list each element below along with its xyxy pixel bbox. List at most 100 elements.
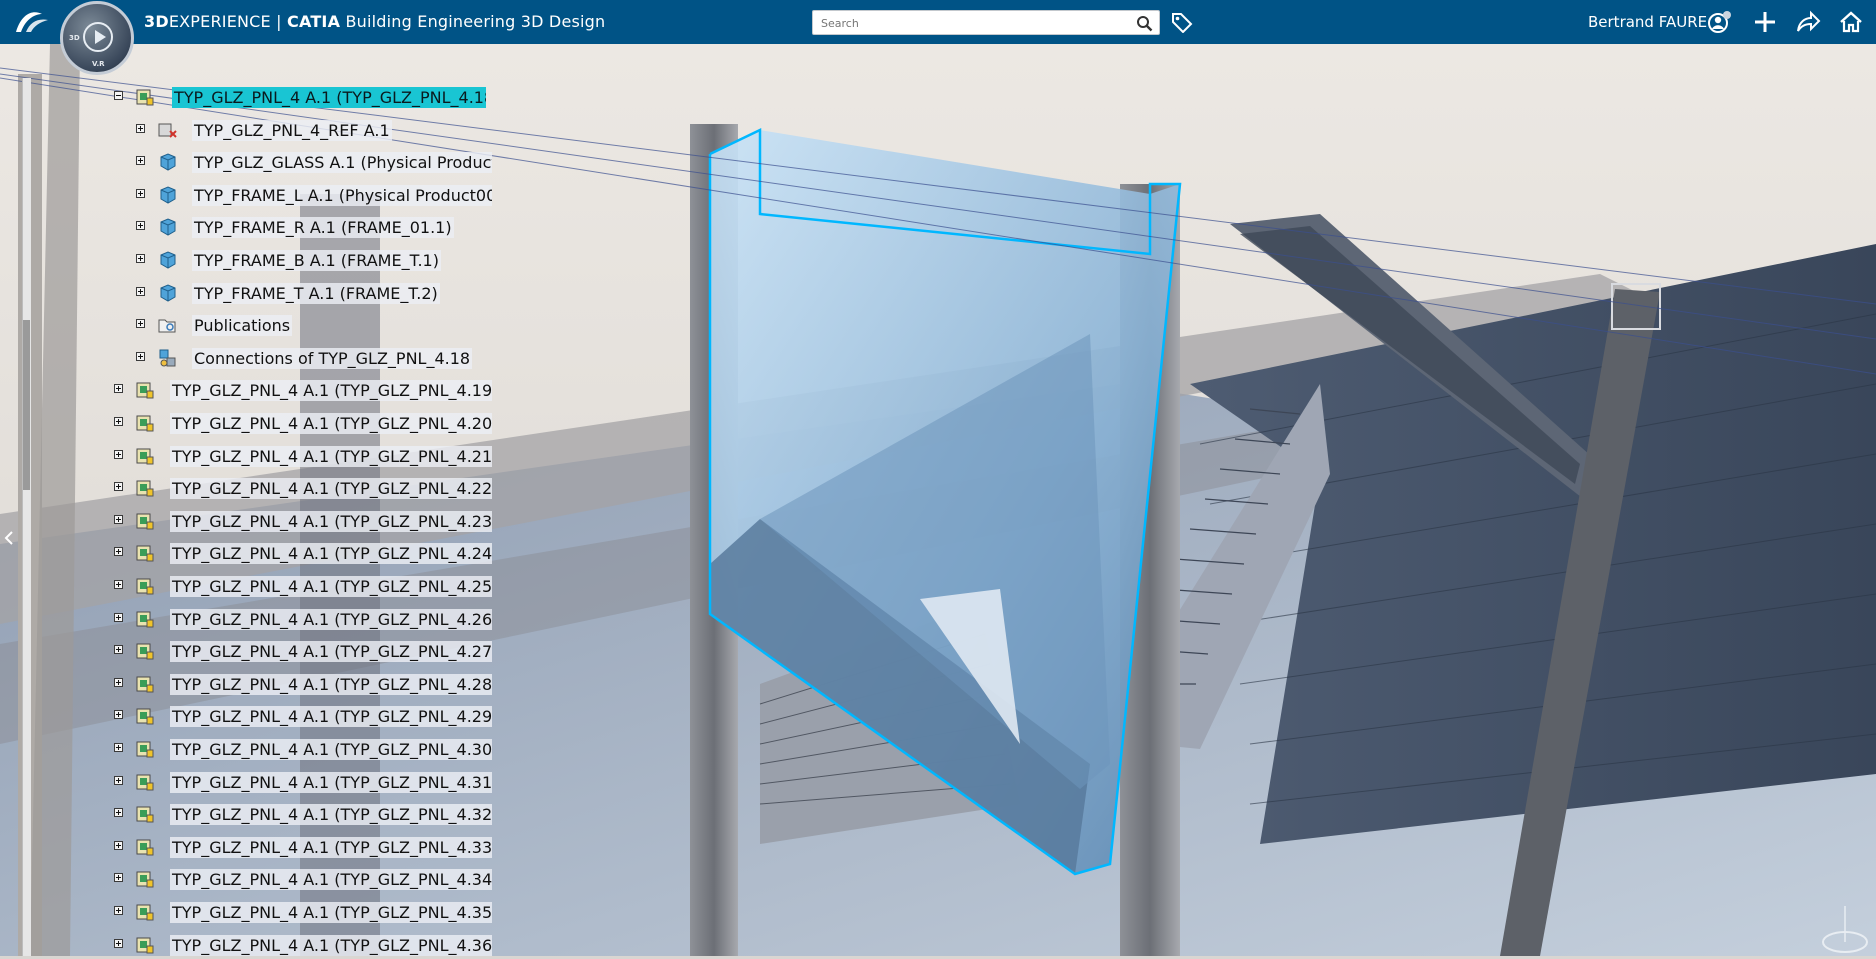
expand-toggle-icon[interactable] (114, 580, 123, 589)
expand-toggle-icon[interactable] (136, 123, 145, 133)
collapse-toggle-icon[interactable] (114, 91, 123, 100)
tree-node-label[interactable]: TYP_GLZ_PNL_4 A.1 (TYP_GLZ_PNL_4.19 (170, 380, 492, 402)
tree-node-label[interactable]: TYP_GLZ_PNL_4 A.1 (TYP_GLZ_PNL_4.28 (170, 673, 492, 695)
tree-node[interactable]: TYP_GLZ_PNL_4 A.1 (TYP_GLZ_PNL_4.33 (100, 834, 492, 861)
tree-node-label[interactable]: TYP_FRAME_L A.1 (Physical Product00 (192, 184, 492, 206)
tree-node[interactable]: TYP_GLZ_PNL_4 A.1 (TYP_GLZ_PNL_4.32 (100, 801, 492, 828)
tree-scrollbar-thumb[interactable] (23, 320, 30, 490)
home-icon[interactable] (1838, 9, 1864, 35)
tree-node[interactable]: TYP_GLZ_PNL_4 A.1 (TYP_GLZ_PNL_4.24 (100, 540, 492, 567)
tree-node-label[interactable]: Publications (192, 315, 293, 337)
brand-3d: 3D (144, 12, 169, 31)
expand-toggle-icon[interactable] (114, 645, 123, 655)
expand-toggle-icon[interactable] (136, 254, 145, 263)
expand-toggle-icon[interactable] (114, 514, 123, 524)
search-icon[interactable] (1136, 15, 1153, 32)
expand-toggle-icon[interactable] (114, 710, 123, 720)
tree-node[interactable]: TYP_FRAME_T A.1 (FRAME_T.2) (122, 280, 490, 307)
expand-toggle-icon[interactable] (114, 906, 123, 915)
tree-node-label[interactable]: TYP_GLZ_PNL_4 A.1 (TYP_GLZ_PNL_4.35 (170, 902, 492, 923)
expand-toggle-icon[interactable] (114, 384, 123, 394)
tree-node-label[interactable]: TYP_FRAME_B A.1 (FRAME_T.1) (192, 250, 441, 271)
tree-node[interactable]: Connections of TYP_GLZ_PNL_4.18 (122, 345, 490, 372)
tree-node-label[interactable]: TYP_GLZ_PNL_4 A.1 (TYP_GLZ_PNL_4.36 (170, 934, 492, 956)
expand-toggle-icon[interactable] (114, 743, 123, 752)
expand-toggle-icon[interactable] (114, 873, 123, 883)
add-icon[interactable] (1752, 9, 1778, 35)
tree-node[interactable]: TYP_FRAME_B A.1 (FRAME_T.1) (122, 247, 490, 274)
tree-node-label[interactable]: TYP_GLZ_GLASS A.1 (Physical Product00 (192, 152, 492, 174)
tree-node[interactable]: TYP_GLZ_PNL_4 A.1 (TYP_GLZ_PNL_4.27 (100, 638, 492, 665)
tree-node[interactable]: TYP_GLZ_PNL_4 A.1 (TYP_GLZ_PNL_4.31 (100, 769, 492, 796)
expand-toggle-icon[interactable] (136, 156, 145, 166)
user-name[interactable]: Bertrand FAURE (1588, 13, 1707, 31)
expand-toggle-icon[interactable] (114, 840, 123, 850)
user-avatar-icon[interactable] (1706, 9, 1732, 35)
tree-root-node[interactable]: TYP_GLZ_PNL_4 A.1 (TYP_GLZ_PNL_4.18) (100, 84, 490, 111)
search-input[interactable] (819, 12, 1123, 35)
search-box[interactable] (812, 10, 1160, 35)
tree-node[interactable]: TYP_GLZ_PNL_4 A.1 (TYP_GLZ_PNL_4.26 (100, 606, 492, 633)
expand-toggle-icon[interactable] (114, 612, 123, 622)
compass-widget[interactable]: 3D V.R (60, 1, 134, 75)
share-icon[interactable] (1795, 9, 1821, 35)
tree-node-label[interactable]: TYP_FRAME_T A.1 (FRAME_T.2) (192, 282, 440, 304)
expand-toggle-icon[interactable] (136, 221, 145, 231)
tree-node[interactable]: TYP_GLZ_PNL_4 A.1 (TYP_GLZ_PNL_4.35 (100, 899, 492, 926)
navigation-compass-icon[interactable] (1818, 902, 1872, 954)
expand-toggle-icon[interactable] (136, 286, 145, 296)
tree-node-label[interactable]: TYP_GLZ_PNL_4 A.1 (TYP_GLZ_PNL_4.26 (170, 608, 492, 630)
tree-node[interactable]: TYP_GLZ_PNL_4 A.1 (TYP_GLZ_PNL_4.21 (100, 443, 492, 470)
expand-toggle-icon[interactable] (114, 938, 123, 948)
tree-node[interactable]: Publications (122, 312, 490, 339)
tree-node[interactable]: TYP_GLZ_PNL_4 A.1 (TYP_GLZ_PNL_4.25 (100, 573, 492, 600)
expand-toggle-icon[interactable] (114, 482, 123, 492)
expand-toggle-icon[interactable] (136, 319, 145, 329)
tree-node[interactable]: TYP_GLZ_PNL_4 A.1 (TYP_GLZ_PNL_4.19 (100, 377, 492, 404)
tree-node[interactable]: TYP_GLZ_PNL_4_REF A.1 (122, 117, 490, 144)
product-icon (136, 839, 154, 856)
tree-node-label[interactable]: TYP_GLZ_PNL_4 A.1 (TYP_GLZ_PNL_4.30 (170, 739, 492, 760)
chevron-left-icon[interactable] (3, 530, 15, 546)
expand-toggle-icon[interactable] (114, 677, 123, 687)
tree-node-label[interactable]: TYP_GLZ_PNL_4 A.1 (TYP_GLZ_PNL_4.24 (170, 543, 492, 565)
tree-node-label[interactable]: TYP_GLZ_PNL_4 A.1 (TYP_GLZ_PNL_4.22 (170, 478, 492, 500)
tree-node-label[interactable]: TYP_GLZ_PNL_4 A.1 (TYP_GLZ_PNL_4.33 (170, 836, 492, 858)
expand-toggle-icon[interactable] (114, 547, 123, 557)
play-icon[interactable] (83, 22, 113, 52)
tree-node-label[interactable]: TYP_GLZ_PNL_4 A.1 (TYP_GLZ_PNL_4.25 (170, 576, 492, 597)
specification-tree: TYP_GLZ_PNL_4 A.1 (TYP_GLZ_PNL_4.18) TYP… (100, 48, 492, 959)
expand-toggle-icon[interactable] (114, 449, 123, 459)
tree-node-label[interactable]: TYP_GLZ_PNL_4 A.1 (TYP_GLZ_PNL_4.32 (170, 804, 492, 826)
expand-toggle-icon[interactable] (114, 808, 123, 818)
tree-node[interactable]: TYP_GLZ_PNL_4 A.1 (TYP_GLZ_PNL_4.30 (100, 736, 492, 763)
tree-node-label[interactable]: TYP_GLZ_PNL_4_REF A.1 (192, 119, 392, 141)
expand-toggle-icon[interactable] (136, 188, 145, 198)
tree-node-label[interactable]: Connections of TYP_GLZ_PNL_4.18 (192, 347, 473, 369)
tree-node-label[interactable]: TYP_GLZ_PNL_4 A.1 (TYP_GLZ_PNL_4.34 (170, 869, 492, 891)
tree-node[interactable]: TYP_GLZ_PNL_4 A.1 (TYP_GLZ_PNL_4.28 (100, 671, 492, 698)
tree-node-label[interactable]: TYP_GLZ_PNL_4 A.1 (TYP_GLZ_PNL_4.18) (172, 87, 486, 108)
tree-node[interactable]: TYP_GLZ_PNL_4 A.1 (TYP_GLZ_PNL_4.36 (100, 932, 492, 959)
expand-toggle-icon[interactable] (136, 351, 145, 361)
dassault-systemes-logo[interactable] (12, 6, 52, 38)
tree-node[interactable]: TYP_GLZ_PNL_4 A.1 (TYP_GLZ_PNL_4.23 (100, 508, 492, 535)
tree-node[interactable]: TYP_GLZ_PNL_4 A.1 (TYP_GLZ_PNL_4.29 (100, 703, 492, 730)
tree-node-label[interactable]: TYP_GLZ_PNL_4 A.1 (TYP_GLZ_PNL_4.23 (170, 510, 492, 532)
tree-node-label[interactable]: TYP_GLZ_PNL_4 A.1 (TYP_GLZ_PNL_4.29 (170, 706, 492, 728)
tree-scrollbar[interactable] (22, 78, 31, 956)
tree-node[interactable]: TYP_GLZ_PNL_4 A.1 (TYP_GLZ_PNL_4.34 (100, 866, 492, 893)
tree-node[interactable]: TYP_FRAME_R A.1 (FRAME_01.1) (122, 214, 490, 241)
expand-toggle-icon[interactable] (114, 417, 123, 426)
tree-node[interactable]: TYP_GLZ_PNL_4 A.1 (TYP_GLZ_PNL_4.22 (100, 475, 492, 502)
tree-node-label[interactable]: TYP_GLZ_PNL_4 A.1 (TYP_GLZ_PNL_4.27 (170, 641, 492, 663)
tree-node[interactable]: TYP_GLZ_GLASS A.1 (Physical Product00 (122, 149, 492, 176)
tree-node[interactable]: TYP_FRAME_L A.1 (Physical Product00 (122, 182, 492, 209)
tree-node-label[interactable]: TYP_GLZ_PNL_4 A.1 (TYP_GLZ_PNL_4.20 (170, 413, 492, 434)
expand-toggle-icon[interactable] (114, 775, 123, 785)
tree-node[interactable]: TYP_GLZ_PNL_4 A.1 (TYP_GLZ_PNL_4.20 (100, 410, 492, 437)
tree-node-label[interactable]: TYP_FRAME_R A.1 (FRAME_01.1) (192, 217, 454, 239)
tag-icon[interactable] (1170, 11, 1194, 33)
tree-node-label[interactable]: TYP_GLZ_PNL_4 A.1 (TYP_GLZ_PNL_4.31 (170, 771, 492, 793)
tree-node-label[interactable]: TYP_GLZ_PNL_4 A.1 (TYP_GLZ_PNL_4.21 (170, 445, 492, 467)
